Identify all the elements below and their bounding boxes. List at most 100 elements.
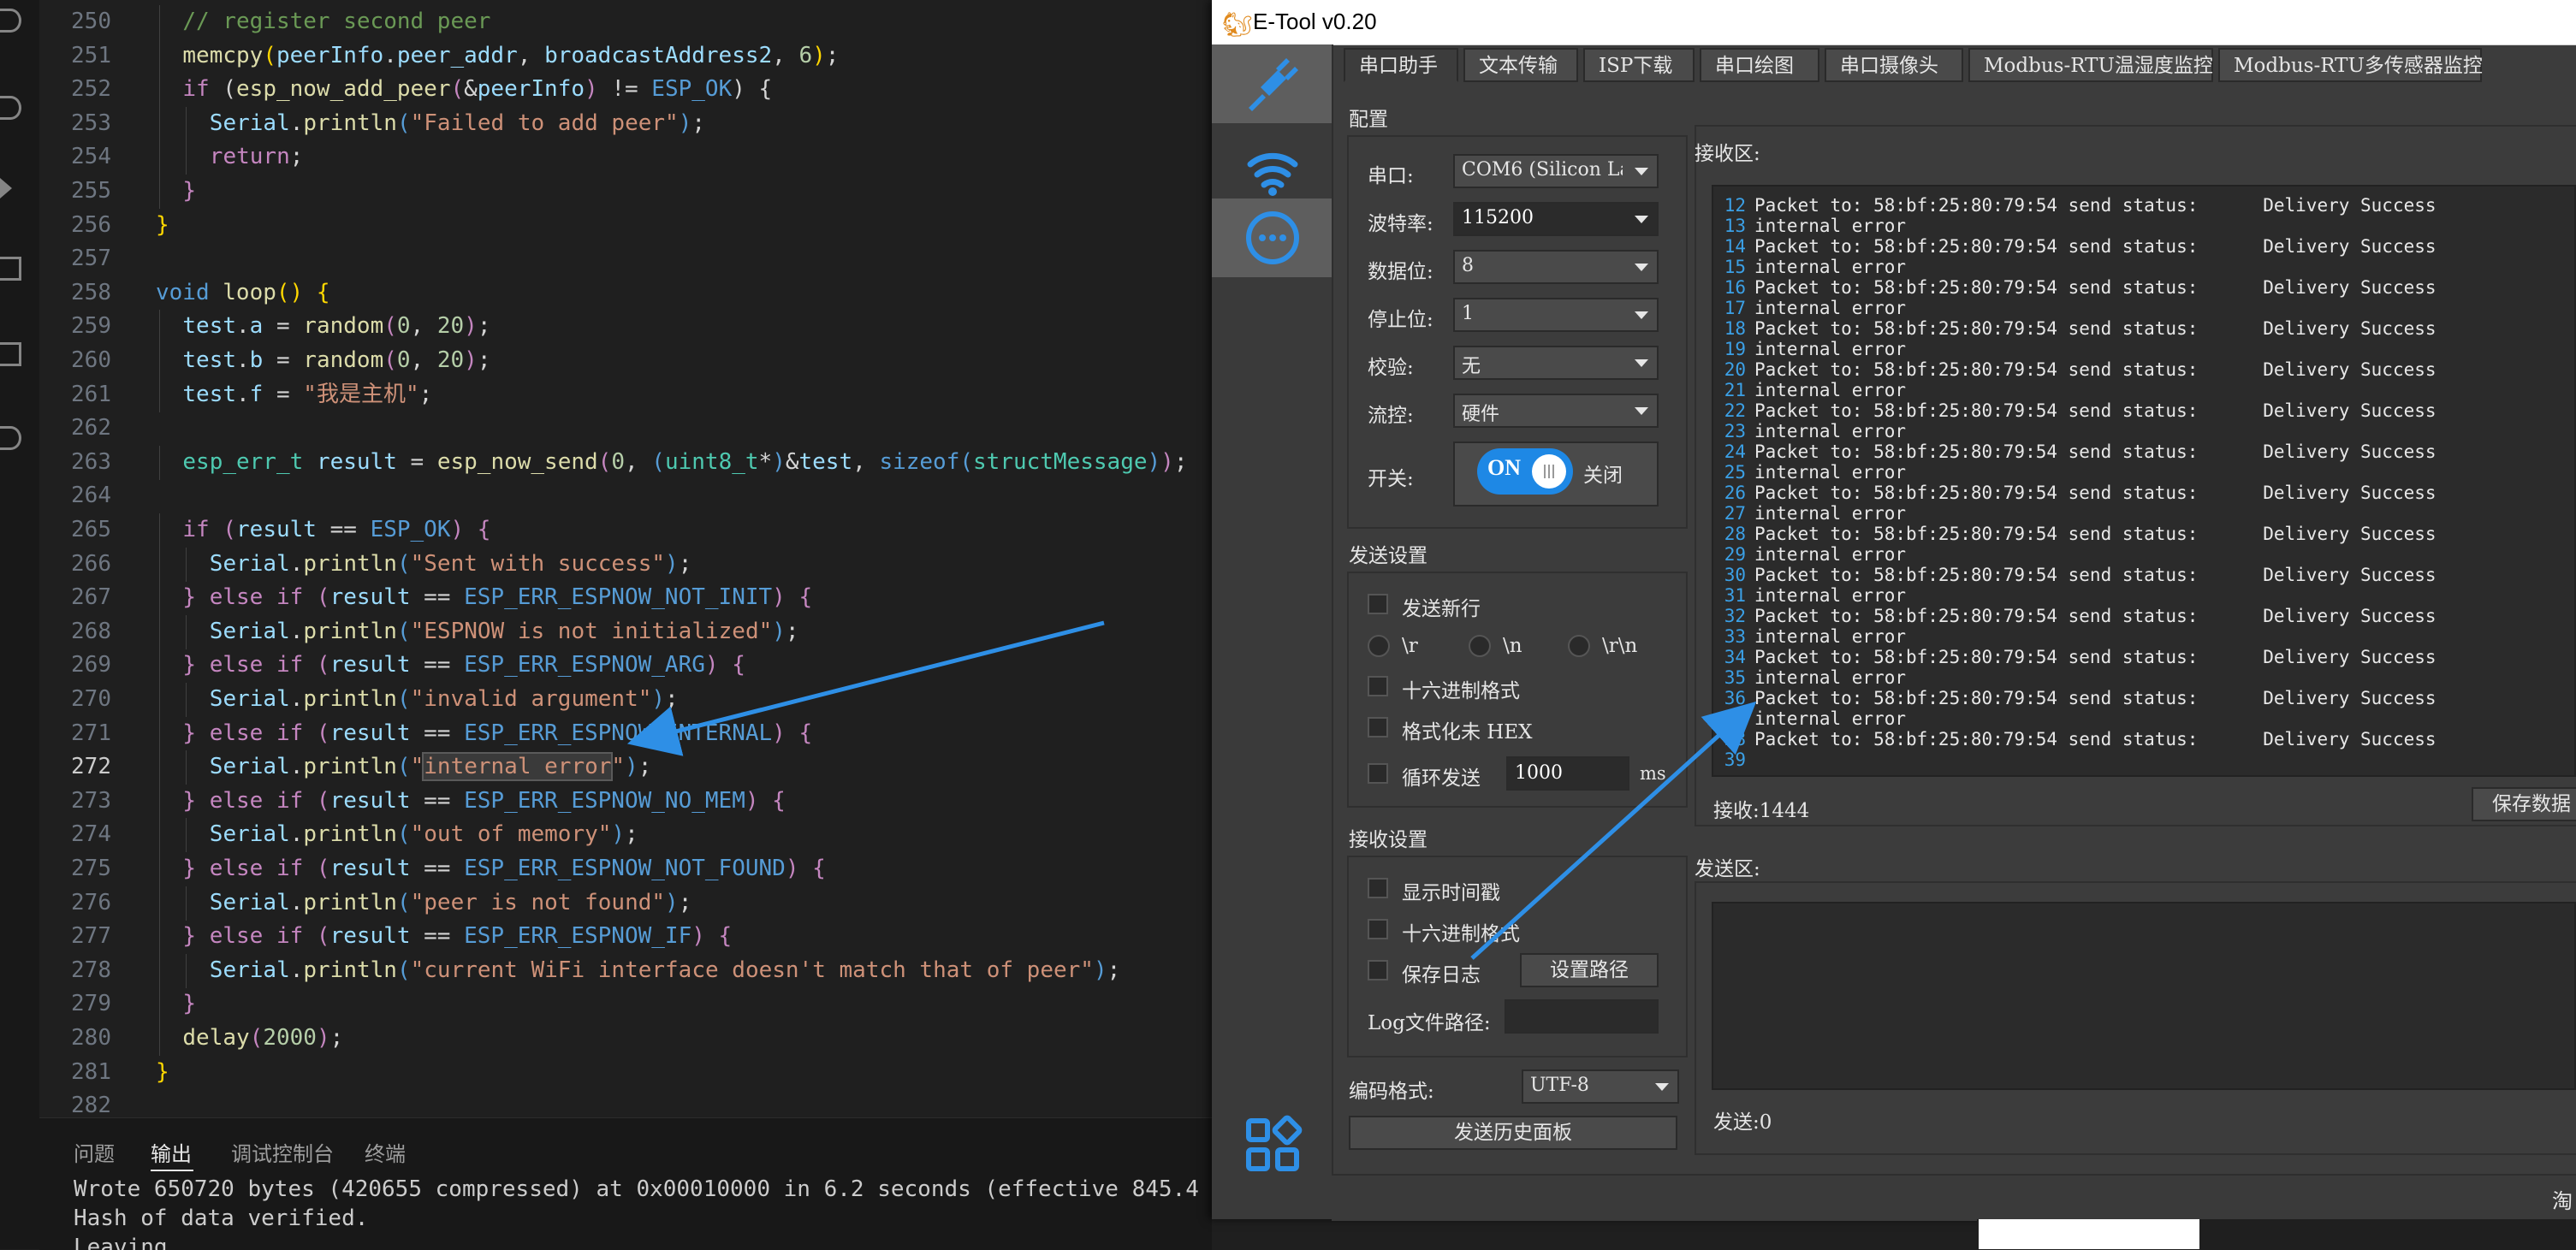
code-line[interactable]: 261 test.f = "我是主机"; — [39, 378, 1212, 411]
code-line[interactable]: 273} else if (result == ESP_ERR_ESPNOW_N… — [39, 785, 1212, 817]
code-line[interactable]: 277} else if (result == ESP_ERR_ESPNOW_I… — [39, 920, 1212, 952]
baud-select[interactable]: 115200 — [1453, 202, 1659, 236]
chevron-down-icon — [1655, 1083, 1669, 1091]
code-line[interactable]: 256} — [39, 209, 1212, 241]
serial-on-toggle[interactable]: ON — [1477, 448, 1573, 495]
code-line[interactable]: 274 Serial.println("out of memory"); — [39, 818, 1212, 850]
timestamp-checkbox[interactable] — [1368, 878, 1388, 898]
recv-line-text: Packet to: 58:bf:25:80:79:54 send status… — [1754, 647, 2437, 667]
code-line[interactable]: 279} — [39, 987, 1212, 1020]
parity-select[interactable]: 无 — [1453, 346, 1659, 380]
code-token: } — [156, 1058, 169, 1085]
set-path-button[interactable]: 设置路径 — [1520, 953, 1659, 987]
sidebar-serial-plug[interactable] — [1212, 44, 1332, 123]
window-titlebar[interactable]: 🐿 E-Tool v0.20 — [1212, 0, 2576, 45]
tab-terminal[interactable]: 终端 — [365, 1137, 406, 1167]
code-text: Serial.println("internal error"); — [210, 750, 651, 783]
code-token: 2000 — [263, 1025, 317, 1051]
format-hex-checkbox[interactable] — [1368, 717, 1388, 738]
databits-select[interactable]: 8 — [1453, 250, 1659, 284]
send-history-button[interactable]: 发送历史面板 — [1349, 1116, 1677, 1150]
format-hex-label: 格式化未 HEX — [1402, 721, 1533, 743]
recv-hex-checkbox[interactable] — [1368, 919, 1388, 939]
loop-send-checkbox[interactable] — [1368, 763, 1388, 784]
apps-grid-icon — [1246, 1115, 1303, 1171]
loop-interval-input[interactable]: 1000 — [1506, 756, 1629, 791]
code-line[interactable]: 270 Serial.println("invalid argument"); — [39, 683, 1212, 715]
recv-textarea[interactable]: 12 Packet to: 58:bf:25:80:79:54 send stat… — [1712, 185, 2576, 777]
code-line[interactable]: 253 Serial.println("Failed to add peer"); — [39, 107, 1212, 139]
code-editor[interactable]: 250// register second peer 251 memcpy(peer… — [39, 0, 1212, 1117]
code-token: esp_err_t — [182, 448, 304, 475]
code-line[interactable]: 265 if (result == ESP_OK) { — [39, 513, 1212, 546]
send-hex-checkbox[interactable] — [1368, 676, 1388, 696]
code-line[interactable]: 254 return; — [39, 140, 1212, 173]
code-line[interactable]: 266 Serial.println("Sent with success"); — [39, 548, 1212, 580]
platformio-icon[interactable] — [0, 426, 21, 450]
encoding-select[interactable]: UTF-8 — [1522, 1069, 1679, 1104]
code-token: == — [316, 517, 371, 542]
save-log-checkbox[interactable] — [1368, 960, 1388, 980]
remote-icon[interactable] — [0, 342, 21, 366]
code-line[interactable]: 263 esp_err_t result = esp_now_send(0, (u… — [39, 446, 1212, 478]
code-token: , — [410, 313, 437, 340]
tab-text-transfer[interactable]: 文本传输 — [1463, 48, 1578, 82]
radio-cr[interactable] — [1368, 635, 1390, 657]
code-line[interactable]: 272 Serial.println("internal error"); — [39, 750, 1212, 783]
run-debug-icon[interactable] — [0, 178, 12, 198]
code-line[interactable]: 252 if (esp_now_add_peer(&peerInfo) != ES… — [39, 73, 1212, 105]
code-line[interactable]: 271} else if (result == ESP_ERR_ESPNOW_I… — [39, 717, 1212, 749]
code-token: test — [182, 381, 237, 407]
explorer-icon[interactable] — [0, 9, 21, 33]
newline-checkbox[interactable] — [1368, 594, 1388, 614]
code-line[interactable]: 269} else if (result == ESP_ERR_ESPNOW_A… — [39, 649, 1212, 681]
tab-isp-download[interactable]: ISP下载 — [1583, 48, 1695, 82]
port-select[interactable]: COM6 (Silicon Labs CP210x) — [1453, 154, 1659, 188]
code-token: ; — [785, 618, 799, 644]
log-path-input[interactable] — [1505, 999, 1659, 1034]
code-line[interactable]: 262 — [39, 412, 1212, 444]
tab-serial-assistant[interactable]: 串口助手 — [1344, 48, 1458, 82]
tab-modbus-temp-humidity[interactable]: Modbus-RTU温湿度监控 — [1968, 48, 2213, 82]
code-line[interactable]: 282 — [39, 1089, 1212, 1117]
code-line[interactable]: 259 test.a = random(0, 20); — [39, 310, 1212, 342]
save-data-button[interactable]: 保存数据 — [2472, 787, 2576, 821]
radio-lf[interactable] — [1469, 635, 1491, 657]
code-token: = — [263, 347, 304, 373]
stopbits-select[interactable]: 1 — [1453, 298, 1659, 332]
radio-lf-label: \n — [1503, 635, 1522, 657]
code-line[interactable]: 268 Serial.println("ESPNOW is not initial… — [39, 615, 1212, 648]
code-line[interactable]: 280 delay(2000); — [39, 1022, 1212, 1054]
tab-modbus-multi-sensor[interactable]: Modbus-RTU多传感器监控 — [2218, 48, 2483, 82]
code-line[interactable]: 267} else if (result == ESP_ERR_ESPNOW_N… — [39, 581, 1212, 613]
send-textarea[interactable] — [1712, 902, 2576, 1090]
code-token: ESP_ERR_ESPNOW_INTERNAL — [464, 720, 773, 746]
tab-serial-plot[interactable]: 串口绘图 — [1700, 48, 1819, 82]
code-line[interactable]: 260 test.b = random(0, 20); — [39, 344, 1212, 376]
sidebar-apps[interactable] — [1212, 1105, 1332, 1184]
code-line[interactable]: 278 Serial.println("current WiFi interfac… — [39, 954, 1212, 986]
code-line[interactable]: 251 memcpy(peerInfo.peer_addr, broadcastA… — [39, 39, 1212, 72]
flow-select[interactable]: 硬件 — [1453, 394, 1659, 428]
source-control-icon[interactable] — [0, 96, 21, 120]
code-line[interactable]: 258 void loop() { — [39, 276, 1212, 309]
code-line[interactable]: 264 — [39, 479, 1212, 512]
code-line[interactable]: 275} else if (result == ESP_ERR_ESPNOW_N… — [39, 852, 1212, 885]
code-line[interactable]: 250 // register second peer — [39, 5, 1212, 38]
tab-serial-camera[interactable]: 串口摄像头 — [1825, 48, 1963, 82]
code-token: ) — [464, 347, 478, 373]
recv-line-number: 20 — [1724, 359, 1746, 380]
tab-debug-console[interactable]: 调试控制台 — [231, 1137, 334, 1167]
tab-problems[interactable]: 问题 — [74, 1137, 115, 1167]
code-line[interactable]: 255} — [39, 175, 1212, 207]
tab-output[interactable]: 输出 — [151, 1137, 192, 1167]
sidebar-chat[interactable] — [1212, 198, 1332, 277]
extensions-icon[interactable] — [0, 257, 21, 281]
radio-crlf[interactable] — [1568, 635, 1590, 657]
sidebar-wifi[interactable] — [1212, 130, 1332, 209]
code-line[interactable]: 281} — [39, 1056, 1212, 1088]
indent-guide — [159, 547, 160, 582]
line-number: 259 — [71, 313, 111, 340]
code-line[interactable]: 276 Serial.println("peer is not found"); — [39, 886, 1212, 919]
code-line[interactable]: 257 — [39, 242, 1212, 275]
